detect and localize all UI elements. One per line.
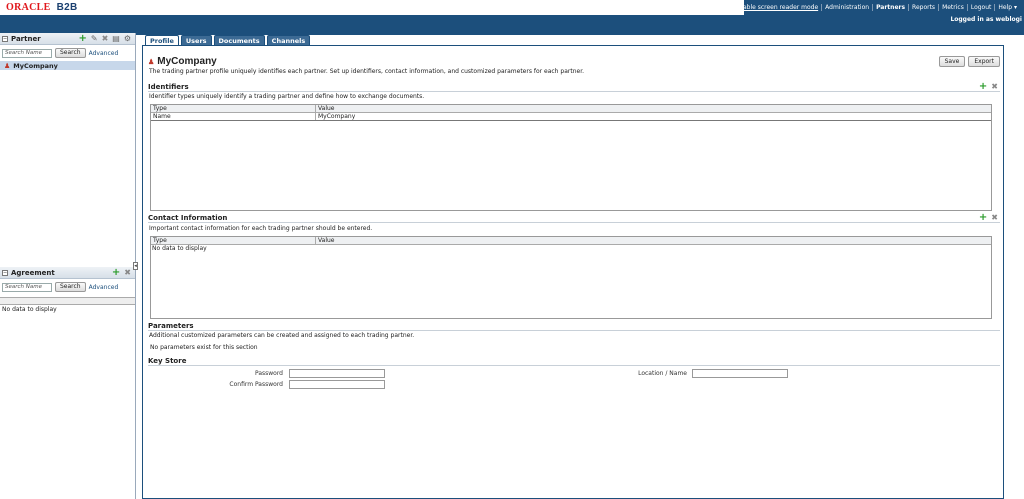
tab-channels[interactable]: Channels	[266, 35, 311, 45]
administration-link[interactable]: Administration	[822, 4, 874, 11]
add-icon[interactable]: +	[979, 82, 987, 92]
left-panel: − Partner + ✎ ✖ ▤ ⚙ Search Name Search A…	[0, 33, 136, 499]
confirm-password-field[interactable]	[289, 380, 385, 389]
oracle-logo-text: ORACLE	[6, 2, 51, 13]
help-menu[interactable]: Help ▾	[995, 4, 1020, 11]
column-header-value: Value	[318, 237, 335, 244]
partner-list-item[interactable]: ♟ MyCompany	[0, 61, 135, 70]
delete-icon[interactable]: ✖	[124, 269, 131, 277]
global-nav: Enable screen reader mode Administration…	[735, 0, 1024, 15]
column-header-type: Type	[151, 105, 316, 112]
export-button[interactable]: Export	[968, 56, 1000, 67]
main-panel: Profile Users Documents Channels ♟ MyCom…	[142, 35, 1024, 499]
logged-in-label: Logged in as weblogi	[950, 16, 1022, 23]
partner-icon: ♟	[148, 58, 155, 66]
partner-search-row: Search Name Search Advanced	[0, 45, 135, 61]
screen-reader-link[interactable]: Enable screen reader mode	[732, 4, 823, 11]
location-label: Location / Name	[638, 370, 687, 377]
identifiers-header: Identifiers	[148, 83, 1000, 92]
panel-splitter-icon[interactable]: ◂	[133, 262, 138, 270]
agreement-search-row: Search Name Search Advanced	[0, 279, 135, 295]
agreement-advanced-link[interactable]: Advanced	[89, 284, 119, 291]
logout-link[interactable]: Logout	[968, 4, 996, 11]
tab-documents[interactable]: Documents	[213, 35, 265, 45]
add-icon[interactable]: +	[979, 213, 987, 223]
agreement-nodata: No data to display	[2, 306, 57, 313]
table-header: Type Value	[151, 237, 991, 245]
table-header: Type Value	[151, 105, 991, 113]
agreement-table-header	[0, 297, 135, 305]
contact-tools: + ✖	[979, 213, 998, 223]
password-label: Password	[254, 370, 283, 377]
cell-value: MyCompany	[318, 113, 356, 120]
agreement-panel-title: Agreement	[11, 268, 55, 277]
partner-item-label: MyCompany	[13, 61, 58, 70]
contact-description: Important contact information for each t…	[149, 225, 373, 232]
parameters-header: Parameters	[148, 322, 1000, 331]
agreement-panel: − Agreement + ✖ Search Name Search Advan…	[0, 267, 135, 314]
contact-header: Contact Information	[148, 214, 1000, 223]
delete-icon[interactable]: ✖	[991, 214, 998, 222]
partners-link[interactable]: Partners	[873, 4, 910, 11]
identifiers-tools: + ✖	[979, 82, 998, 92]
profile-content: ♟ MyCompany The trading partner profile …	[142, 45, 1004, 499]
partner-search-button[interactable]: Search	[55, 48, 86, 58]
partner-advanced-link[interactable]: Advanced	[89, 50, 119, 57]
delete-icon[interactable]: ✖	[102, 35, 109, 43]
top-bar: ORACLE B2B Enable screen reader mode Admi…	[0, 0, 1024, 16]
column-header-type: Type	[151, 237, 316, 244]
parameters-empty: No parameters exist for this section	[150, 344, 258, 351]
profile-description: The trading partner profile uniquely ide…	[149, 68, 585, 75]
metrics-link[interactable]: Metrics	[939, 4, 968, 11]
agreement-search-input[interactable]: Search Name	[2, 282, 52, 292]
cell-type: Name	[151, 113, 316, 120]
export-icon[interactable]: ▤	[112, 35, 120, 43]
agreement-search-button[interactable]: Search	[55, 282, 86, 292]
oracle-b2b-logo: ORACLE B2B	[6, 2, 78, 13]
save-button[interactable]: Save	[938, 56, 966, 67]
profile-actions: Save Export	[938, 56, 1000, 67]
partner-panel-header: − Partner + ✎ ✖ ▤ ⚙	[0, 33, 135, 45]
tab-profile[interactable]: Profile	[145, 35, 179, 45]
collapse-icon[interactable]: −	[2, 269, 8, 276]
settings-icon[interactable]: ⚙	[124, 35, 131, 43]
identifiers-table: Type Value Name MyCompany	[150, 104, 992, 211]
contact-nodata: No data to display	[152, 245, 207, 252]
keystore-header: Key Store	[148, 357, 1000, 366]
tab-bar: Profile Users Documents Channels	[145, 35, 311, 45]
parameters-description: Additional customized parameters can be …	[149, 332, 415, 339]
identifiers-description: Identifier types uniquely identify a tra…	[149, 93, 425, 100]
profile-name: MyCompany	[157, 56, 217, 67]
column-header-value: Value	[318, 105, 335, 112]
partner-icon: ♟	[4, 61, 11, 70]
product-name: B2B	[56, 2, 78, 13]
partner-search-input[interactable]: Search Name	[2, 48, 52, 58]
edit-icon[interactable]: ✎	[91, 35, 98, 43]
reports-link[interactable]: Reports	[909, 4, 940, 11]
table-row[interactable]: Name MyCompany	[151, 113, 991, 121]
agreement-panel-header: − Agreement + ✖	[0, 267, 135, 279]
confirm-password-label: Confirm Password	[229, 381, 283, 388]
page-title: ♟ MyCompany	[148, 56, 217, 67]
tab-users[interactable]: Users	[180, 35, 212, 45]
password-field[interactable]	[289, 369, 385, 378]
contact-table: Type Value No data to display	[150, 236, 992, 319]
delete-icon[interactable]: ✖	[991, 83, 998, 91]
add-icon[interactable]: +	[78, 34, 86, 44]
location-field[interactable]	[692, 369, 788, 378]
header-band	[0, 15, 1024, 35]
collapse-icon[interactable]: −	[2, 35, 8, 42]
partner-panel-title: Partner	[11, 34, 41, 43]
add-icon[interactable]: +	[112, 268, 120, 278]
